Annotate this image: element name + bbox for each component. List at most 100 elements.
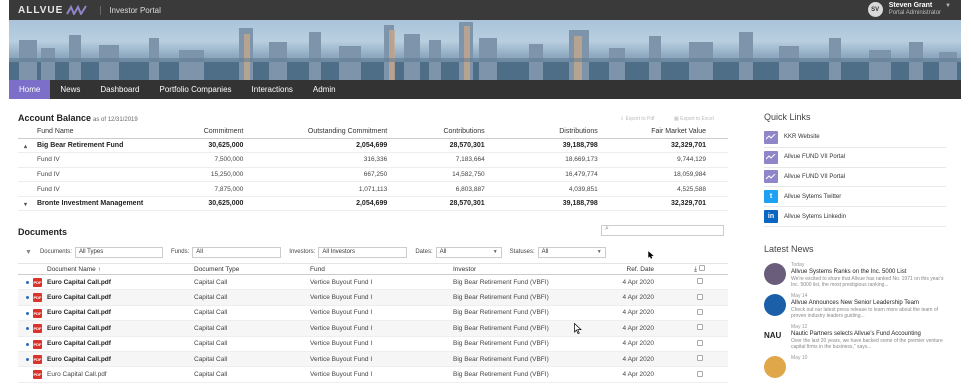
pdf-file-icon: PDF — [33, 293, 42, 303]
table-cell: Vertice Buyout Fund I — [307, 336, 450, 352]
row-checkbox[interactable] — [696, 293, 703, 300]
document-name[interactable]: Euro Capital Call.pdf — [47, 371, 107, 378]
table-cell: Capital Call — [191, 366, 307, 383]
export-pdf-link[interactable]: ⇩ Export to Pdf — [620, 116, 655, 122]
quick-links-panel: Quick Links KKR Website Allvue FUND VII P… — [764, 112, 946, 227]
table-row[interactable]: PDF Euro Capital Call.pdf Capital Call Vert… — [18, 351, 728, 368]
caret-down-icon[interactable]: ▼ — [945, 3, 951, 9]
pdf-file-icon: PDF — [33, 308, 42, 318]
user-menu[interactable]: SV Steven Grant Portal Administrator ▼ — [867, 2, 951, 17]
row-checkbox[interactable] — [696, 355, 703, 362]
investor-row[interactable]: ▴ Big Bear Retirement Fund 30,625,000 2,054… — [18, 138, 728, 154]
dates-filter-select[interactable]: All ▼ — [435, 246, 502, 258]
document-name-cell[interactable]: PDF Euro Capital Call.pdf — [18, 320, 191, 337]
nav-admin[interactable]: Admin — [303, 80, 346, 99]
investor-row[interactable]: ▾ Bronte Investment Management 30,625,000 2… — [18, 196, 728, 212]
document-name-cell[interactable]: PDF Euro Capital Call.pdf — [18, 366, 191, 383]
quick-link-item[interactable]: in Allvue Sytems Linkedin — [764, 207, 946, 227]
row-checkbox[interactable] — [696, 278, 703, 285]
row-checkbox[interactable] — [696, 370, 703, 377]
col-contributions[interactable]: Contributions — [409, 126, 507, 139]
document-name[interactable]: Euro Capital Call.pdf — [47, 279, 111, 286]
table-row[interactable]: PDF Euro Capital Call.pdf Capital Call Vert… — [18, 289, 728, 306]
quick-link-item[interactable]: t Allvue Sytems Twitter — [764, 187, 946, 208]
investors-filter-input[interactable]: All Investors — [318, 246, 408, 258]
quick-link-item[interactable]: Allvue FUND VII Portal — [764, 168, 946, 188]
document-name[interactable]: Euro Capital Call.pdf — [47, 294, 111, 301]
document-name[interactable]: Euro Capital Call.pdf — [47, 340, 111, 347]
table-row[interactable]: PDF Euro Capital Call.pdf Capital Call Vert… — [18, 305, 728, 322]
nav-news[interactable]: News — [50, 80, 90, 99]
documents-filter-input[interactable]: All Types — [74, 246, 163, 258]
document-name[interactable]: Euro Capital Call.pdf — [47, 356, 111, 363]
document-name[interactable]: Euro Capital Call.pdf — [47, 325, 111, 332]
document-name-cell[interactable]: PDF Euro Capital Call.pdf — [18, 336, 191, 352]
quick-link-item[interactable]: Allvue FUND VII Portal — [764, 148, 946, 168]
filter-icon[interactable]: ▼ — [25, 249, 32, 256]
document-name-cell[interactable]: PDF Euro Capital Call.pdf — [18, 289, 191, 306]
table-row[interactable]: PDF Euro Capital Call.pdf Capital Call Vert… — [18, 320, 728, 337]
col-distributions[interactable]: Distributions — [506, 126, 620, 139]
account-balance-table: Fund Name Commitment Outstanding Commitm… — [18, 126, 728, 212]
nav-portfolio-companies[interactable]: Portfolio Companies — [150, 80, 242, 99]
news-date: Today — [791, 262, 805, 268]
row-checkbox[interactable] — [696, 339, 703, 346]
col-outstanding-commitment[interactable]: Outstanding Commitment — [265, 126, 410, 139]
statuses-filter-select[interactable]: All ▼ — [537, 246, 606, 258]
row-checkbox[interactable] — [696, 308, 703, 315]
col-fair-market-value[interactable]: Fair Market Value — [619, 126, 728, 139]
col-fund[interactable]: Fund — [307, 263, 450, 275]
quick-link-label: Allvue FUND VII Portal — [784, 173, 846, 180]
document-name[interactable]: Euro Capital Call.pdf — [47, 309, 111, 316]
export-excel-link[interactable]: ▦ Export to Excel — [674, 116, 714, 122]
table-cell: Fund IV — [18, 167, 183, 183]
table-cell: Big Bear Retirement Fund (VBFI) — [450, 305, 557, 322]
quick-link-item[interactable]: KKR Website — [764, 128, 946, 148]
quick-link-label: KKR Website — [784, 134, 820, 141]
table-cell: Fund IV — [18, 152, 183, 168]
allvue-logo[interactable]: ALLVUE — [18, 5, 88, 16]
dates-filter-value: All — [439, 248, 447, 255]
table-cell: Vertice Buyout Fund I — [307, 320, 450, 337]
expand-icon[interactable]: ▾ — [24, 201, 27, 208]
col-document-name[interactable]: Document Name ↑ — [18, 263, 191, 275]
document-name-cell[interactable]: PDF Euro Capital Call.pdf — [18, 351, 191, 368]
row-checkbox[interactable] — [696, 324, 703, 331]
portal-title: Investor Portal — [100, 5, 161, 15]
nav-home[interactable]: Home — [9, 80, 51, 99]
col-commitment[interactable]: Commitment — [182, 126, 266, 139]
document-name-cell[interactable]: PDF Euro Capital Call.pdf — [18, 305, 191, 322]
news-item[interactable]: May 10 — [764, 353, 946, 384]
fund-row: Fund IV 15,250,000 667,250 14,582,750 16,479… — [18, 167, 728, 183]
col-investor[interactable]: Investor — [450, 263, 557, 275]
nav-dashboard[interactable]: Dashboard — [90, 80, 149, 99]
nav-interactions[interactable]: Interactions — [242, 80, 303, 99]
col-document-type[interactable]: Document Type — [191, 263, 307, 275]
documents-table: Document Name ↑ Document Type Fund Inves… — [18, 263, 728, 383]
avatar[interactable]: SV — [867, 2, 883, 17]
account-balance-title: Account Balance as of 12/31/2019 — [18, 113, 138, 123]
download-icon[interactable]: ⤓ — [694, 266, 697, 273]
news-title[interactable]: Nautic Partners selects Allvue's Fund Ac… — [791, 331, 946, 338]
funds-filter-input[interactable]: All — [192, 246, 282, 258]
news-title[interactable]: Allvue Systems Ranks on the Inc. 5000 Li… — [791, 269, 946, 276]
news-title[interactable]: Allvue Announces New Senior Leadership T… — [791, 300, 946, 307]
news-item[interactable]: NAU May 12 Nautic Partners selects Allvue'… — [764, 322, 946, 353]
table-row[interactable]: PDF Euro Capital Call.pdf Capital Call Vert… — [18, 366, 728, 383]
documents-search-input[interactable]: ⌕ — [601, 225, 724, 236]
table-row[interactable]: PDF Euro Capital Call.pdf Capital Call Vert… — [18, 336, 728, 352]
table-cell: 4 Apr 2020 — [557, 274, 668, 291]
news-item[interactable]: May 14 Allvue Announces New Senior Leader… — [764, 291, 946, 322]
collapse-icon[interactable]: ▴ — [24, 143, 27, 150]
col-ref-date[interactable]: Ref. Date — [557, 263, 668, 275]
col-fund-name[interactable]: Fund Name — [18, 126, 183, 139]
logo-text: ALLVUE — [18, 4, 64, 16]
table-cell: Vertice Buyout Fund I — [307, 366, 450, 383]
table-cell: Fund IV — [18, 181, 183, 197]
news-date: May 10 — [791, 355, 808, 361]
mouse-pointer-icon — [648, 251, 654, 259]
table-row[interactable]: PDF Euro Capital Call.pdf Capital Call Vert… — [18, 274, 728, 291]
select-all-checkbox[interactable] — [698, 264, 705, 271]
document-name-cell[interactable]: PDF Euro Capital Call.pdf — [18, 274, 191, 291]
news-item[interactable]: Today Allvue Systems Ranks on the Inc. 50… — [764, 260, 946, 291]
